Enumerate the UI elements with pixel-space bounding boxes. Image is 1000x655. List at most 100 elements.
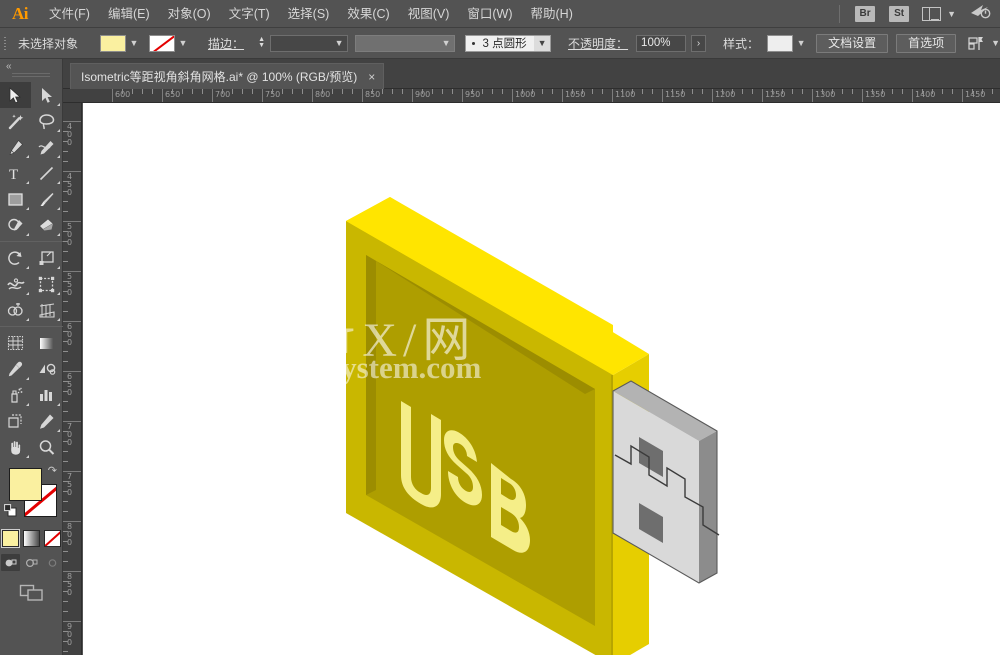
ruler-tick-minor bbox=[832, 89, 833, 94]
default-fill-stroke-icon[interactable] bbox=[4, 504, 17, 522]
selection-tool[interactable] bbox=[0, 82, 31, 108]
ruler-tick-minor bbox=[742, 89, 743, 94]
toolbar-fill-swatch[interactable] bbox=[9, 468, 42, 501]
eyedropper-tool[interactable] bbox=[0, 356, 31, 382]
brush-definition-dropdown[interactable]: 3 点圆形 ▼ bbox=[465, 34, 552, 52]
search-adobe-stock-icon[interactable] bbox=[970, 3, 992, 24]
shaper-tool[interactable] bbox=[0, 212, 31, 238]
menu-window[interactable]: 窗口(W) bbox=[458, 0, 521, 28]
menu-object[interactable]: 对象(O) bbox=[159, 0, 220, 28]
rotate-tool[interactable] bbox=[0, 245, 31, 271]
draw-normal-button[interactable] bbox=[0, 554, 20, 571]
fill-dropdown-icon[interactable]: ▼ bbox=[127, 35, 141, 52]
horizontal-ruler[interactable]: 600 650 700 750 800 850 900 950 1000 1050 1100 1150… bbox=[63, 89, 1000, 103]
close-icon[interactable]: × bbox=[368, 70, 375, 84]
opacity-input[interactable]: 100% bbox=[636, 34, 687, 52]
curvature-tool[interactable] bbox=[31, 134, 62, 160]
eraser-tool[interactable] bbox=[31, 212, 62, 238]
stroke-dropdown-icon[interactable]: ▼ bbox=[176, 35, 190, 52]
direct-selection-tool[interactable] bbox=[31, 82, 62, 108]
vertical-ruler[interactable]: 400 450 500 550 600 650 700 750 800 850 900 bbox=[63, 103, 82, 655]
tools-panel-grip[interactable] bbox=[12, 73, 50, 79]
ruler-label: 750 bbox=[67, 472, 73, 497]
slice-tool[interactable] bbox=[31, 408, 62, 434]
document-setup-button[interactable]: 文档设置 bbox=[816, 33, 889, 53]
tool-group-indicator bbox=[26, 292, 29, 295]
menu-help[interactable]: 帮助(H) bbox=[522, 0, 582, 28]
ruler-tick-minor bbox=[63, 501, 68, 502]
menu-effect[interactable]: 效果(C) bbox=[338, 0, 398, 28]
pen-tool[interactable] bbox=[0, 134, 31, 160]
width-profile-chevron-icon[interactable]: ▼ bbox=[438, 38, 454, 48]
document-tab[interactable]: Isometric等距视角斜角网格.ai* @ 100% (RGB/预览) × bbox=[70, 63, 385, 89]
fill-color-swatch[interactable] bbox=[100, 34, 127, 52]
ruler-tick-minor bbox=[63, 561, 68, 562]
opacity-expand-button[interactable]: › bbox=[691, 34, 707, 52]
free-transform-tool[interactable] bbox=[31, 271, 62, 297]
tool-group-indicator bbox=[26, 318, 29, 321]
draw-inside-button[interactable] bbox=[43, 554, 62, 571]
menu-file[interactable]: 文件(F) bbox=[40, 0, 99, 28]
menu-type[interactable]: 文字(T) bbox=[220, 0, 279, 28]
tool-group-indicator bbox=[57, 292, 60, 295]
ruler-tick-minor bbox=[132, 89, 133, 94]
ruler-label: 700 bbox=[67, 422, 73, 447]
menu-select[interactable]: 选择(S) bbox=[279, 0, 339, 28]
menu-edit[interactable]: 编辑(E) bbox=[99, 0, 159, 28]
column-graph-tool[interactable] bbox=[31, 382, 62, 408]
artboard-canvas[interactable]: G X/网 system.com bbox=[83, 103, 1000, 655]
ruler-tick-minor bbox=[482, 89, 483, 94]
stroke-color-swatch[interactable] bbox=[149, 34, 176, 52]
symbol-sprayer-tool[interactable] bbox=[0, 382, 31, 408]
align-to-artboard-icon[interactable]: ▼ bbox=[968, 36, 1000, 51]
tools-panel-collapse-button[interactable]: « bbox=[0, 59, 62, 73]
stock-button[interactable]: St bbox=[889, 5, 910, 22]
variable-width-profile-dropdown[interactable]: ▼ bbox=[355, 34, 456, 52]
stroke-weight-chevron-icon[interactable]: ▼ bbox=[331, 38, 347, 48]
opacity-label[interactable]: 不透明度： bbox=[560, 35, 636, 52]
tool-group-indicator bbox=[26, 181, 29, 184]
workspace-switcher-icon[interactable]: ▼ bbox=[922, 6, 956, 21]
align-chevron-icon[interactable]: ▼ bbox=[991, 38, 1000, 48]
shape-builder-tool[interactable] bbox=[0, 297, 31, 323]
artboard-tool[interactable] bbox=[0, 408, 31, 434]
stroke-weight-label[interactable]: 描边： bbox=[200, 35, 252, 52]
paintbrush-tool[interactable] bbox=[31, 186, 62, 212]
preferences-button[interactable]: 首选项 bbox=[896, 33, 957, 53]
control-bar-grip[interactable] bbox=[0, 28, 10, 59]
screen-mode-button[interactable] bbox=[0, 583, 62, 602]
blend-tool[interactable] bbox=[31, 356, 62, 382]
type-tool[interactable]: T bbox=[0, 160, 31, 186]
scale-tool[interactable] bbox=[31, 245, 62, 271]
perspective-grid-tool[interactable] bbox=[31, 297, 62, 323]
swap-fill-stroke-icon[interactable]: ↷ bbox=[48, 464, 57, 477]
mesh-tool[interactable] bbox=[0, 330, 31, 356]
tool-group-indicator bbox=[57, 429, 60, 432]
ruler-tick-minor bbox=[63, 361, 68, 362]
fill-mode-gradient-button[interactable] bbox=[22, 530, 40, 547]
brush-chevron-icon[interactable]: ▼ bbox=[534, 35, 551, 51]
lasso-tool[interactable] bbox=[31, 108, 62, 134]
hand-tool[interactable] bbox=[0, 434, 31, 460]
width-tool[interactable] bbox=[0, 271, 31, 297]
style-chevron-icon[interactable]: ▼ bbox=[794, 35, 808, 52]
rectangle-tool[interactable] bbox=[0, 186, 31, 212]
menu-view[interactable]: 视图(V) bbox=[399, 0, 459, 28]
fill-mode-none-button[interactable] bbox=[43, 530, 61, 547]
tool-divider bbox=[0, 241, 63, 242]
zoom-tool[interactable] bbox=[31, 434, 62, 460]
ruler-tick-minor bbox=[302, 89, 303, 94]
magic-wand-tool[interactable] bbox=[0, 108, 31, 134]
usb-drive-illustration[interactable] bbox=[83, 103, 1000, 655]
fill-mode-color-button[interactable] bbox=[0, 529, 20, 548]
tool-group-indicator bbox=[26, 266, 29, 269]
line-segment-tool[interactable] bbox=[31, 160, 62, 186]
gradient-tool[interactable] bbox=[31, 330, 62, 356]
bridge-button[interactable]: Br bbox=[855, 5, 876, 22]
ruler-tick-minor bbox=[622, 89, 623, 94]
graphic-style-swatch[interactable] bbox=[767, 34, 794, 52]
ruler-label: 650 bbox=[67, 372, 73, 397]
stroke-weight-stepper[interactable]: ▲ ▼ bbox=[256, 34, 267, 52]
stroke-weight-input[interactable]: ▼ bbox=[270, 34, 349, 52]
draw-behind-button[interactable] bbox=[22, 554, 41, 571]
